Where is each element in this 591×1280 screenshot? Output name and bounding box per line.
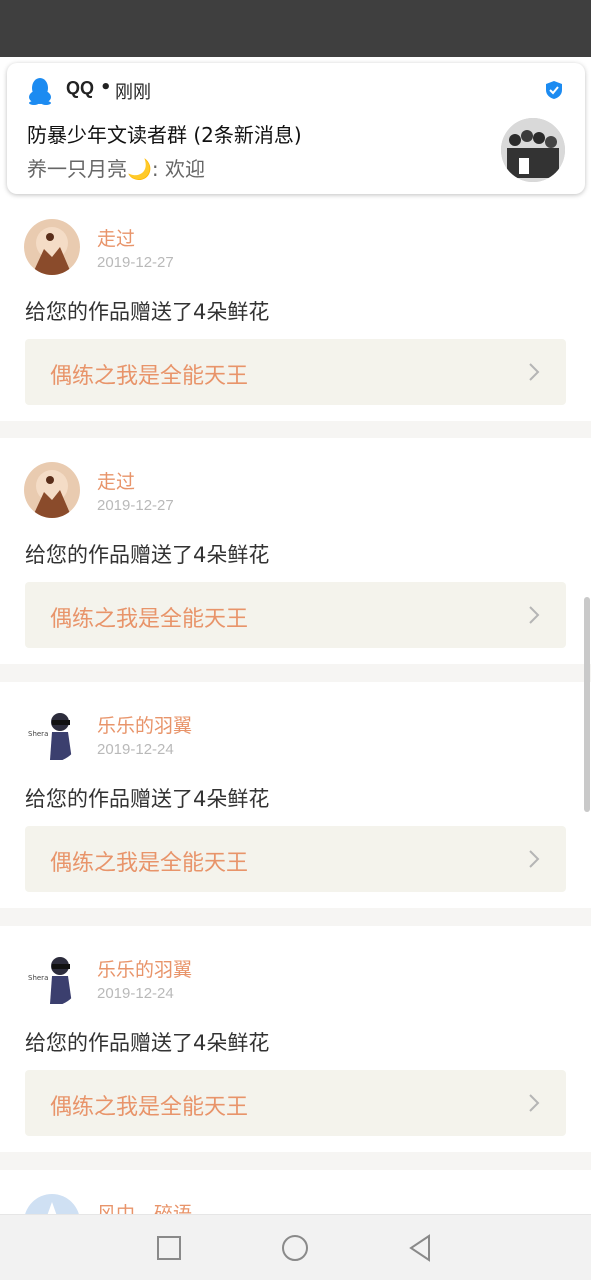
- avatar[interactable]: Shera: [24, 950, 80, 1006]
- notification-app-name: QQ: [66, 78, 95, 98]
- circle-icon[interactable]: [280, 1233, 310, 1263]
- gift-card: Shera 乐乐的羽翼 2019-12-24 给您的作品赠送了4朵鲜花 偶练之我…: [0, 682, 591, 908]
- gift-message: 给您的作品赠送了4朵鲜花: [25, 543, 270, 567]
- qq-penguin-icon: [29, 78, 51, 105]
- group-avatar: [501, 118, 565, 182]
- chevron-right-icon: [529, 850, 540, 868]
- chevron-right-icon: [529, 1094, 540, 1112]
- notification-separator: •: [100, 77, 112, 98]
- username[interactable]: 走过: [97, 467, 135, 494]
- gift-card: Shera 乐乐的羽翼 2019-12-24 给您的作品赠送了4朵鲜花 偶练之我…: [0, 926, 591, 1152]
- gift-feed[interactable]: 走过 2019-12-27 给您的作品赠送了4朵鲜花 偶练之我是全能天王 走过 …: [0, 57, 591, 1214]
- verified-shield-icon: [546, 81, 562, 99]
- username[interactable]: 乐乐的羽翼: [97, 955, 192, 982]
- svg-text:Shera: Shera: [28, 974, 48, 982]
- svg-text:Shera: Shera: [28, 730, 48, 738]
- avatar[interactable]: Shera: [24, 706, 80, 762]
- system-nav-bar: [0, 1214, 591, 1280]
- notification-time: 刚刚: [115, 82, 151, 103]
- work-title: 偶练之我是全能天王: [50, 364, 249, 389]
- chevron-right-icon: [529, 363, 540, 381]
- work-link[interactable]: 偶练之我是全能天王: [25, 339, 566, 405]
- avatar[interactable]: [24, 219, 80, 275]
- triangle-back-icon[interactable]: [405, 1233, 435, 1263]
- gift-date: 2019-12-27: [97, 497, 174, 514]
- work-title: 偶练之我是全能天王: [50, 607, 249, 632]
- gift-date: 2019-12-24: [97, 985, 174, 1002]
- work-link[interactable]: 偶练之我是全能天王: [25, 826, 566, 892]
- gift-date: 2019-12-24: [97, 741, 174, 758]
- square-icon[interactable]: [154, 1233, 184, 1263]
- username[interactable]: 乐乐的羽翼: [97, 711, 192, 738]
- qq-notification[interactable]: QQ • 刚刚 防暴少年文读者群 (2条新消息) 养一只月亮🌙: 欢迎: [7, 63, 585, 194]
- username[interactable]: 走过: [97, 224, 135, 251]
- username[interactable]: 风中，碎语，: [97, 1199, 211, 1214]
- avatar[interactable]: [24, 1194, 80, 1214]
- work-title: 偶练之我是全能天王: [50, 851, 249, 876]
- gift-message: 给您的作品赠送了4朵鲜花: [25, 787, 270, 811]
- work-link[interactable]: 偶练之我是全能天王: [25, 582, 566, 648]
- gift-date: 2019-12-27: [97, 254, 174, 271]
- avatar[interactable]: [24, 462, 80, 518]
- gift-card: 风中，碎语，: [0, 1170, 591, 1214]
- notification-body: 养一只月亮🌙: 欢迎: [27, 157, 205, 181]
- work-link[interactable]: 偶练之我是全能天王: [25, 1070, 566, 1136]
- gift-message: 给您的作品赠送了4朵鲜花: [25, 1031, 270, 1055]
- gift-card: 走过 2019-12-27 给您的作品赠送了4朵鲜花 偶练之我是全能天王: [0, 438, 591, 664]
- notification-title: 防暴少年文读者群 (2条新消息): [27, 123, 302, 147]
- status-bar: [0, 0, 591, 57]
- work-title: 偶练之我是全能天王: [50, 1095, 249, 1120]
- gift-message: 给您的作品赠送了4朵鲜花: [25, 300, 270, 324]
- scrollbar[interactable]: [584, 597, 590, 812]
- chevron-right-icon: [529, 606, 540, 624]
